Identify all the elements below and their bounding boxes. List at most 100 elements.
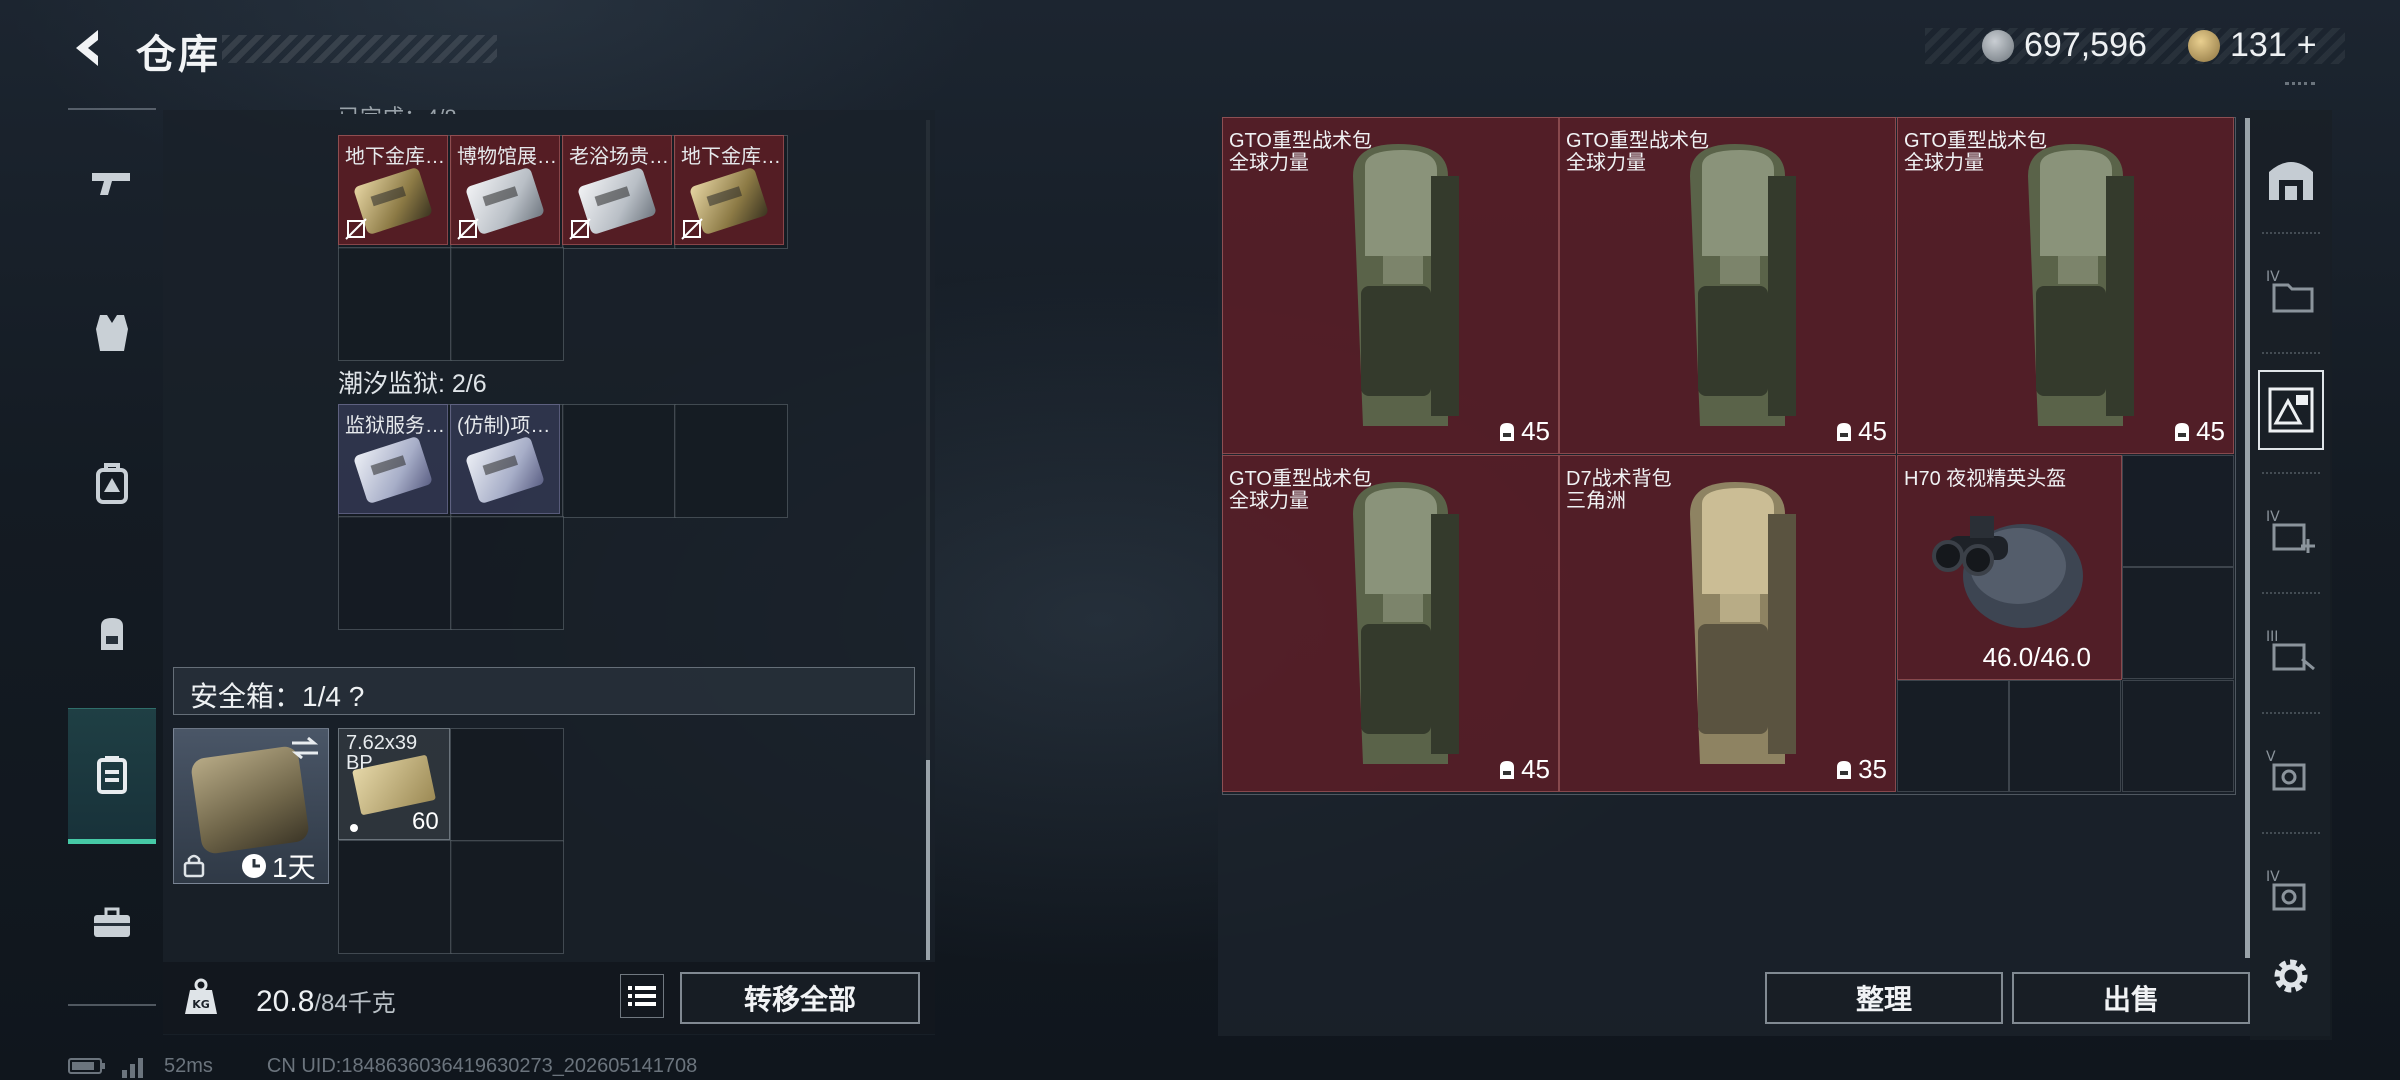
- empty-slot[interactable]: [450, 840, 564, 954]
- swap-icon[interactable]: [290, 736, 320, 760]
- pistol-icon: [92, 173, 130, 195]
- backpack-image: [1690, 144, 1796, 426]
- nav-divider: [2262, 832, 2320, 835]
- keycard-item[interactable]: 博物馆展…: [450, 135, 560, 245]
- lock-icon: [183, 854, 205, 878]
- settings-button[interactable]: [2258, 936, 2324, 1016]
- backpack-image: [1353, 482, 1459, 764]
- gold-currency[interactable]: 131 +: [2188, 26, 2317, 65]
- empty-slot[interactable]: [338, 247, 452, 361]
- nav-backpack[interactable]: [68, 418, 156, 548]
- keycard-name: 博物馆展…: [457, 146, 557, 168]
- empty-slot[interactable]: [338, 840, 452, 954]
- safe-box-label[interactable]: 安全箱：1/4 ?: [190, 675, 364, 715]
- nav-armor[interactable]: [68, 268, 156, 398]
- nav-storage-tab-3[interactable]: III: [2258, 610, 2324, 690]
- empty-slot[interactable]: [450, 247, 564, 361]
- backpack-item[interactable]: GTO重型战术包 全球力量 45: [1897, 117, 2234, 454]
- safe-case-image: [189, 744, 311, 856]
- no-trade-icon: [681, 218, 703, 240]
- capacity-badge: 45: [2172, 416, 2225, 447]
- keycard-name: (仿制)项…: [457, 415, 551, 437]
- keycard-item[interactable]: (仿制)项…: [450, 404, 560, 514]
- signal-icon: [122, 1058, 143, 1078]
- capacity-badge: 45: [1834, 416, 1887, 447]
- backpack-item[interactable]: D7战术背包 三角洲 35: [1559, 455, 1896, 792]
- svg-text:V: V: [2266, 749, 2276, 765]
- no-trade-icon: [569, 218, 591, 240]
- svg-text:IV: IV: [2266, 269, 2280, 285]
- weight-max: /84千克: [314, 990, 396, 1017]
- sell-button[interactable]: 出售: [2012, 972, 2250, 1024]
- warehouse-icon: [2269, 162, 2313, 200]
- ping-text: 52ms: [164, 1054, 213, 1077]
- uid-text: CN UID:1848636036419630273_202605141708: [266, 1054, 698, 1077]
- nav-safe-box[interactable]: [68, 708, 156, 844]
- nav-toolbox[interactable]: [68, 858, 156, 988]
- keycard-item[interactable]: 老浴场贵…: [562, 135, 672, 245]
- empty-slot[interactable]: [674, 404, 788, 518]
- empty-slot[interactable]: [1897, 680, 2009, 792]
- empty-slot[interactable]: [2122, 680, 2234, 792]
- empty-slot[interactable]: [450, 728, 564, 842]
- add-currency-button[interactable]: +: [2297, 26, 2317, 65]
- backpack-item[interactable]: GTO重型战术包 全球力量 45: [1559, 117, 1896, 454]
- empty-slot[interactable]: [2122, 455, 2234, 567]
- backpack-image: [1690, 482, 1796, 764]
- keycard-item[interactable]: 监狱服务…: [338, 404, 448, 514]
- nav-divider: [2262, 352, 2320, 355]
- item-brand: 全球力量: [1904, 152, 1984, 174]
- backpack-item[interactable]: GTO重型战术包 全球力量 45: [1222, 455, 1559, 792]
- helmet-name: H70 夜视精英头盔: [1904, 468, 2067, 490]
- keycard-name: 地下金库…: [681, 146, 781, 168]
- clock-icon: [242, 854, 266, 878]
- weight-current: 20.8: [256, 985, 315, 1018]
- nav-storage-tab-5[interactable]: IV: [2258, 850, 2324, 930]
- silver-coin-icon: [1982, 29, 2014, 62]
- capacity-badge: 35: [1834, 754, 1887, 785]
- nav-storage-tab-2[interactable]: IV: [2258, 490, 2324, 570]
- nav-divider: [2262, 232, 2320, 235]
- svg-text:KG: KG: [192, 998, 210, 1011]
- svg-text:III: III: [2266, 629, 2278, 645]
- title-decoration: [222, 35, 497, 63]
- back-arrow-icon: [76, 30, 98, 66]
- nav-warehouse-home[interactable]: [2258, 138, 2324, 218]
- transfer-all-button[interactable]: 转移全部: [680, 972, 920, 1024]
- nav-storage-tab-active[interactable]: [2258, 370, 2324, 450]
- empty-slot[interactable]: [2009, 680, 2121, 792]
- keycard-image: [352, 435, 434, 505]
- helmet-item[interactable]: H70 夜视精英头盔 46.0/46.0: [1897, 455, 2122, 680]
- nav-storage-tab-4[interactable]: V: [2258, 730, 2324, 810]
- empty-slot[interactable]: [338, 516, 452, 630]
- gold-coin-icon: [2188, 29, 2220, 62]
- status-line: 52ms CN UID:1848636036419630273_20260514…: [68, 1054, 697, 1078]
- silver-currency: 697,596: [1982, 26, 2147, 65]
- list-icon: [628, 986, 656, 1006]
- ammo-name: 7.62x39 BP: [346, 732, 418, 774]
- capacity-icon: [2175, 422, 2190, 441]
- keycard-item[interactable]: 地下金库…: [674, 135, 784, 245]
- nav-divider: [2262, 712, 2320, 715]
- empty-slot[interactable]: [562, 404, 676, 518]
- weight-kg-icon: KG: [185, 978, 217, 1014]
- back-button[interactable]: [62, 22, 114, 74]
- capacity-badge: 45: [1497, 754, 1550, 785]
- svg-text:IV: IV: [2266, 509, 2280, 525]
- backpack-item[interactable]: GTO重型战术包 全球力量 45: [1222, 117, 1559, 454]
- nav-bag[interactable]: [68, 568, 156, 698]
- svg-text:IV: IV: [2266, 869, 2280, 885]
- silver-amount: 697,596: [2024, 26, 2147, 64]
- page-title: 仓库: [136, 33, 220, 77]
- nav-storage-tab-1[interactable]: IV: [2258, 250, 2324, 330]
- backpack-image: [1353, 144, 1459, 426]
- empty-slot[interactable]: [450, 516, 564, 630]
- sort-button[interactable]: 整理: [1765, 972, 2003, 1024]
- scrollbar-thumb[interactable]: [926, 760, 930, 960]
- nav-weapons[interactable]: [68, 118, 156, 248]
- list-view-button[interactable]: [620, 974, 664, 1018]
- empty-slot[interactable]: [2122, 567, 2234, 679]
- keycard-item[interactable]: 地下金库…: [338, 135, 448, 245]
- backpack-image: [2028, 144, 2134, 426]
- capacity-icon: [1837, 760, 1852, 779]
